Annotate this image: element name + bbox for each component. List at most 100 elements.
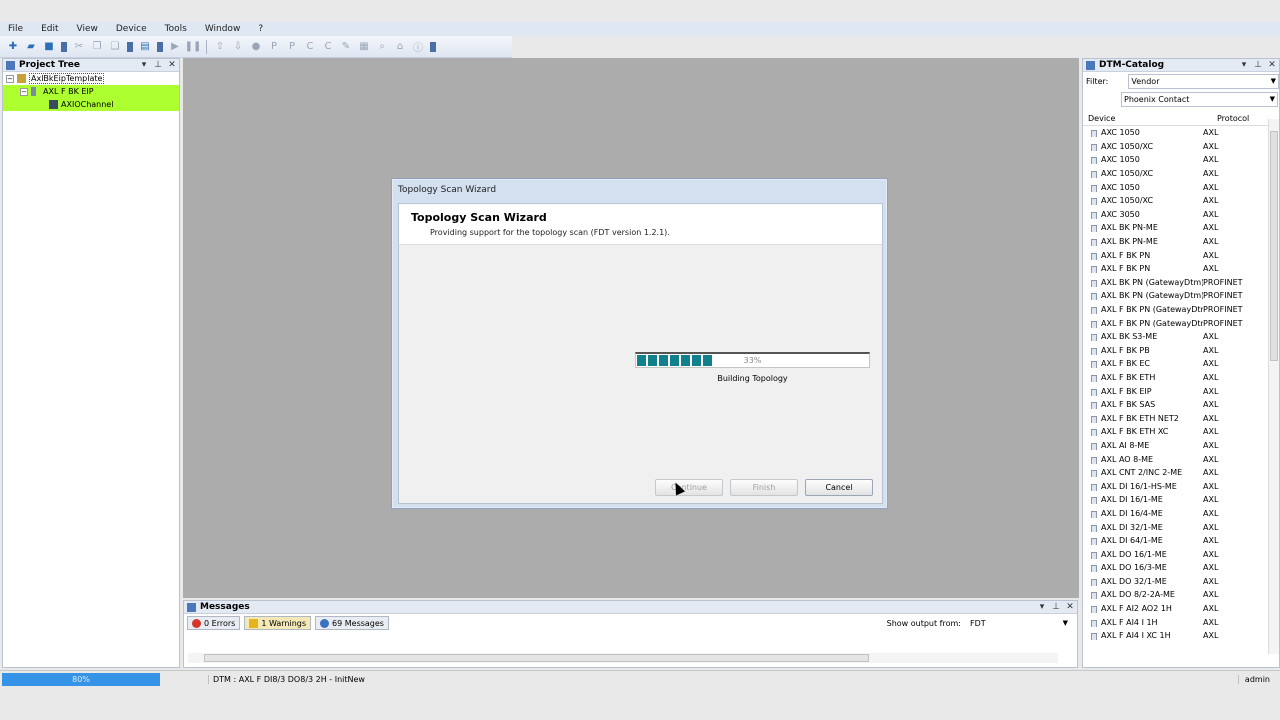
stop-icon[interactable]: ● bbox=[249, 40, 263, 54]
catalog-row[interactable]: AXL F AI4 I XC 1H AXL bbox=[1083, 629, 1279, 643]
collapse-icon[interactable]: − bbox=[20, 87, 28, 96]
pause-icon[interactable]: ❚❚ bbox=[185, 40, 202, 54]
catalog-row[interactable]: AXL F AI2 AO2 1H AXL bbox=[1083, 602, 1279, 616]
catalog-row[interactable]: AXL DI 16/1-HS-ME AXL bbox=[1083, 479, 1279, 493]
close-icon[interactable]: ✕ bbox=[1063, 602, 1077, 612]
parameter-icon[interactable]: P bbox=[267, 40, 281, 54]
network-icon[interactable]: ⌂ bbox=[393, 40, 407, 54]
diagnostic-icon[interactable]: ▦ bbox=[357, 40, 371, 54]
menu-item[interactable]: File bbox=[8, 24, 23, 34]
vendor-select[interactable]: Phoenix Contact ▼ bbox=[1121, 91, 1278, 107]
catalog-row[interactable]: AXL DO 16/3-ME AXL bbox=[1083, 561, 1279, 575]
catalog-scrollbar[interactable] bbox=[1268, 119, 1279, 654]
close-icon[interactable]: ✕ bbox=[1265, 60, 1279, 70]
tree-item-root[interactable]: − AxlBkEipTemplate bbox=[3, 72, 179, 85]
parameter-offline-icon[interactable]: P bbox=[285, 40, 299, 54]
catalog-row[interactable]: AXL BK S3-ME AXL bbox=[1083, 330, 1279, 344]
catalog-row[interactable]: AXC 1050/XC AXL bbox=[1083, 167, 1279, 181]
info-icon[interactable]: ⓘ bbox=[411, 40, 425, 54]
catalog-row[interactable]: AXL DO 8/2-2A-ME AXL bbox=[1083, 588, 1279, 602]
catalog-row[interactable]: AXL F BK EC AXL bbox=[1083, 357, 1279, 371]
tree-item-bus-coupler[interactable]: − AXL F BK EIP bbox=[3, 85, 179, 98]
finish-button[interactable]: Finish bbox=[730, 479, 798, 496]
catalog-row[interactable]: AXL AI 8-ME AXL bbox=[1083, 439, 1279, 453]
messages-filter-button[interactable]: 69 Messages bbox=[315, 616, 389, 630]
menu-item[interactable]: Device bbox=[116, 24, 147, 34]
paste-icon[interactable]: ❏ bbox=[108, 40, 122, 54]
pin-icon[interactable]: ⊥ bbox=[1049, 602, 1063, 612]
catalog-row[interactable]: AXL DI 64/1-ME AXL bbox=[1083, 534, 1279, 548]
catalog-row[interactable]: AXL AO 8-ME AXL bbox=[1083, 452, 1279, 466]
scrollbar-thumb[interactable] bbox=[1270, 131, 1278, 361]
tool-icon[interactable]: ✎ bbox=[339, 40, 353, 54]
save-icon[interactable]: ■ bbox=[42, 40, 56, 54]
dropdown-icon[interactable]: ▾ bbox=[1237, 60, 1251, 70]
catalog-row[interactable]: AXL F BK PB AXL bbox=[1083, 344, 1279, 358]
menu-item[interactable]: Tools bbox=[165, 24, 187, 34]
pin-icon[interactable]: ⊥ bbox=[1251, 60, 1265, 70]
disconnect-icon[interactable]: C bbox=[321, 40, 335, 54]
catalog-row[interactable]: AXL BK PN-ME AXL bbox=[1083, 221, 1279, 235]
catalog-row[interactable]: AXL F BK ETH NET2 AXL bbox=[1083, 411, 1279, 425]
catalog-row[interactable]: AXL F BK ETH XC AXL bbox=[1083, 425, 1279, 439]
new-icon[interactable]: ✚ bbox=[6, 40, 20, 54]
cut-icon[interactable]: ✂ bbox=[72, 40, 86, 54]
catalog-row[interactable]: AXL BK PN (GatewayDtm) PROFINET bbox=[1083, 289, 1279, 303]
catalog-row[interactable]: AXL DI 32/1-ME AXL bbox=[1083, 520, 1279, 534]
close-icon[interactable]: ✕ bbox=[165, 60, 179, 70]
catalog-row[interactable]: AXC 1050/XC AXL bbox=[1083, 140, 1279, 154]
catalog-row[interactable]: AXL F BK PN (GatewayDtm) PROFINET bbox=[1083, 316, 1279, 330]
pin-icon[interactable]: ⊥ bbox=[151, 60, 165, 70]
menu-item[interactable]: View bbox=[77, 24, 98, 34]
catalog-row[interactable]: AXL F BK PN (GatewayDtm) PROFINET bbox=[1083, 303, 1279, 317]
menu-item[interactable]: ? bbox=[258, 24, 263, 34]
output-select[interactable]: FDT ▼ bbox=[967, 616, 1071, 630]
catalog-row[interactable]: AXC 1050 AXL bbox=[1083, 180, 1279, 194]
catalog-row[interactable]: AXC 1050 AXL bbox=[1083, 126, 1279, 140]
catalog-row[interactable]: AXL F BK PN AXL bbox=[1083, 262, 1279, 276]
catalog-row[interactable]: AXL F BK ETH AXL bbox=[1083, 371, 1279, 385]
continue-button[interactable]: Continue bbox=[655, 479, 723, 496]
connect-icon[interactable]: C bbox=[303, 40, 317, 54]
catalog-row[interactable]: AXL DI 16/1-ME AXL bbox=[1083, 493, 1279, 507]
upload-icon[interactable]: ⇧ bbox=[213, 40, 227, 54]
toolbar-grip[interactable] bbox=[61, 41, 67, 52]
copy-icon[interactable]: ❐ bbox=[90, 40, 104, 54]
toolbar-grip[interactable] bbox=[127, 41, 133, 52]
catalog-row[interactable]: AXL F BK SAS AXL bbox=[1083, 398, 1279, 412]
warnings-filter-button[interactable]: 1 Warnings bbox=[244, 616, 312, 630]
catalog-row[interactable]: AXL F AI4 I 1H AXL bbox=[1083, 615, 1279, 629]
catalog-row[interactable]: AXL F BK PN AXL bbox=[1083, 248, 1279, 262]
catalog-row[interactable]: AXL BK PN (GatewayDtm) PROFINET bbox=[1083, 276, 1279, 290]
dialog-titlebar[interactable]: Topology Scan Wizard bbox=[392, 179, 887, 201]
catalog-row[interactable]: AXL CNT 2/INC 2-ME AXL bbox=[1083, 466, 1279, 480]
catalog-row[interactable]: AXL BK PN-ME AXL bbox=[1083, 235, 1279, 249]
menu-item[interactable]: Window bbox=[205, 24, 241, 34]
search-icon[interactable]: ⌕ bbox=[375, 40, 389, 54]
scrollbar-thumb[interactable] bbox=[204, 654, 869, 662]
tree-item-channel[interactable]: AXIOChannel bbox=[3, 98, 179, 111]
layout-icon[interactable]: ▤ bbox=[138, 40, 152, 54]
toolbar-grip[interactable] bbox=[430, 41, 436, 52]
cancel-button[interactable]: Cancel bbox=[805, 479, 873, 496]
catalog-row[interactable]: AXL DI 16/4-ME AXL bbox=[1083, 507, 1279, 521]
catalog-row[interactable]: AXL DO 16/1-ME AXL bbox=[1083, 547, 1279, 561]
toolbar-grip[interactable] bbox=[157, 41, 163, 52]
open-folder-icon[interactable]: ▰ bbox=[24, 40, 38, 54]
dropdown-icon[interactable]: ▾ bbox=[1035, 602, 1049, 612]
download-icon[interactable]: ⇩ bbox=[231, 40, 245, 54]
column-protocol[interactable]: Protocol bbox=[1217, 114, 1249, 123]
errors-filter-button[interactable]: 0 Errors bbox=[187, 616, 241, 630]
catalog-row[interactable]: AXL DO 32/1-ME AXL bbox=[1083, 575, 1279, 589]
catalog-row[interactable]: AXC 3050 AXL bbox=[1083, 208, 1279, 222]
messages-scrollbar[interactable] bbox=[188, 653, 1058, 663]
filter-select[interactable]: Vendor ▼ bbox=[1128, 73, 1279, 89]
catalog-row[interactable]: AXL F BK EIP AXL bbox=[1083, 384, 1279, 398]
collapse-icon[interactable]: − bbox=[6, 74, 14, 83]
play-icon[interactable]: ▶ bbox=[168, 40, 182, 54]
catalog-row[interactable]: AXC 1050 AXL bbox=[1083, 153, 1279, 167]
column-device[interactable]: Device bbox=[1083, 114, 1217, 123]
catalog-row[interactable]: AXC 1050/XC AXL bbox=[1083, 194, 1279, 208]
menu-item[interactable]: Edit bbox=[41, 24, 58, 34]
dropdown-icon[interactable]: ▾ bbox=[137, 60, 151, 70]
